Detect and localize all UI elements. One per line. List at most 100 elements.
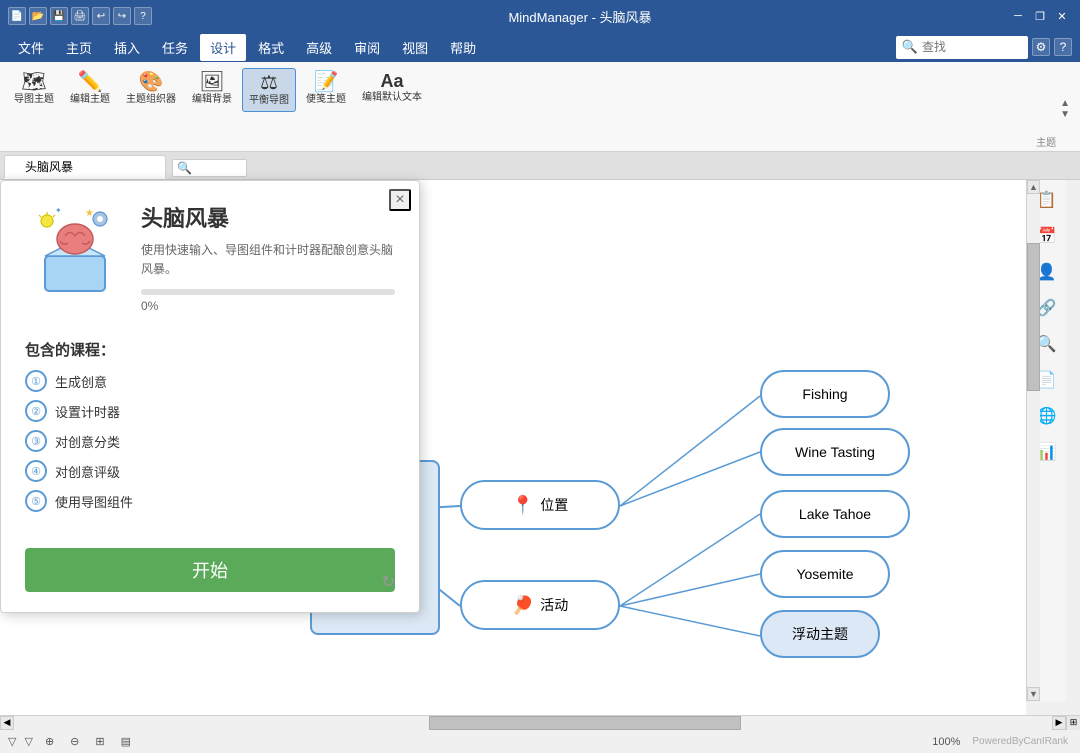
zoom-level: 100%	[932, 736, 960, 748]
ribbon-toggle[interactable]: ?	[1054, 38, 1072, 56]
options-btn[interactable]: ⚙	[1032, 38, 1050, 56]
menu-search-input[interactable]	[922, 40, 992, 54]
vertical-scrollbar[interactable]: ▲ ▼	[1026, 180, 1040, 701]
overlay-title-section: 头脑风暴 使用快速输入、导图组件和计时器配酿创意头脑风暴。 0%	[141, 201, 395, 323]
menu-home[interactable]: 主页	[56, 34, 102, 61]
overlay-title: 头脑风暴	[141, 201, 395, 233]
course-item-1: ① 生成创意	[25, 370, 395, 392]
canvas-search-input[interactable]	[192, 162, 242, 174]
scroll-down-btn[interactable]: ▼	[1027, 687, 1040, 701]
main-area: …会 📍 位置 🏓 活动 Fishing Wine Tasting Lake T…	[0, 180, 1080, 715]
scroll-up-btn[interactable]: ▲	[1027, 180, 1040, 194]
ribbon-theme-organizer-label: 主题组织器	[126, 94, 176, 106]
node-floating[interactable]: 浮动主题	[760, 610, 880, 658]
course-label-1: 生成创意	[55, 372, 107, 391]
canvas-search-box[interactable]: 🔍	[172, 159, 247, 177]
close-btn[interactable]: ✕	[1052, 6, 1072, 26]
menu-bar-right: 🔍 查找 ⚙ ?	[896, 36, 1072, 59]
scroll-left-btn[interactable]: ◀	[0, 716, 14, 730]
canvas-tab-main[interactable]	[4, 155, 166, 179]
menu-tasks[interactable]: 任务	[152, 34, 198, 61]
h-scrollbar-thumb[interactable]	[429, 716, 740, 730]
progress-section: 0%	[141, 289, 395, 313]
edit-default-icon: Aa	[380, 72, 403, 90]
minimize-btn[interactable]: ─	[1008, 6, 1028, 26]
search-icon-sm: 🔍	[177, 161, 192, 175]
menu-search-box[interactable]: 🔍 查找	[896, 36, 1028, 59]
ribbon-sticky-theme[interactable]: 📝 便笺主题	[300, 68, 352, 110]
undo-btn[interactable]: ↩	[92, 7, 110, 25]
ribbon-balance-map[interactable]: ⚖ 平衡导图	[242, 68, 296, 112]
zoom-percent-btn[interactable]: PoweredByCanIRank	[968, 735, 1072, 748]
menu-view[interactable]: 视图	[392, 34, 438, 61]
node-yosemite[interactable]: Yosemite	[760, 550, 890, 598]
menu-design[interactable]: 设计	[200, 34, 246, 61]
svg-text:✦: ✦	[55, 206, 62, 215]
menu-advanced[interactable]: 高级	[296, 34, 342, 61]
menu-format[interactable]: 格式	[248, 34, 294, 61]
title-bar: 📄 📂 💾 🖨 ↩ ↪ ? MindManager - 头脑风暴 ─ ❐ ✕	[0, 0, 1080, 32]
node-floating-label: 浮动主题	[792, 624, 848, 644]
brainstorm-illustration: ★ ✦	[25, 201, 125, 301]
node-lake[interactable]: Lake Tahoe	[760, 490, 910, 538]
overlay-icon-wrap: ★ ✦	[25, 201, 125, 301]
node-fishing[interactable]: Fishing	[760, 370, 890, 418]
menu-help[interactable]: 帮助	[440, 34, 486, 61]
restore-btn[interactable]: ❐	[1030, 6, 1050, 26]
ribbon-sticky-theme-label: 便笺主题	[306, 94, 346, 106]
search-icon: 🔍	[902, 39, 918, 55]
progress-text: 0%	[141, 299, 395, 313]
ribbon-theme-organizer[interactable]: 🎨 主题组织器	[120, 68, 182, 110]
view-btn[interactable]: ▤	[117, 734, 135, 749]
balance-map-icon: ⚖	[260, 73, 278, 93]
canvas-tabs: 🔍	[0, 152, 1080, 180]
print-btn[interactable]: 🖨	[71, 7, 89, 25]
course-num-1: ①	[25, 370, 47, 392]
redo-btn[interactable]: ↪	[113, 7, 131, 25]
scroll-thumb-v[interactable]	[1027, 243, 1040, 391]
save-btn[interactable]: 💾	[50, 7, 68, 25]
scroll-corner: ⊞	[1066, 716, 1080, 730]
ribbon-balance-map-label: 平衡导图	[249, 95, 289, 107]
zoom-in-btn[interactable]: ⊕	[41, 734, 58, 749]
course-num-5: ⑤	[25, 490, 47, 512]
scroll-right-btn[interactable]: ▶	[1052, 716, 1066, 730]
ribbon-scroll-up[interactable]: ▲	[1060, 98, 1070, 109]
node-location-label: 位置	[540, 495, 568, 515]
ribbon-edit-bg[interactable]: 🖼 编辑背景	[186, 68, 238, 110]
node-activity[interactable]: 🏓 活动	[460, 580, 620, 630]
new-btn[interactable]: 📄	[8, 7, 26, 25]
menu-bar: 文件 主页 插入 任务 设计 格式 高级 审阅 视图 帮助 🔍 查找 ⚙ ?	[0, 32, 1080, 62]
ribbon-group-label: 主题	[1036, 134, 1056, 149]
ribbon-map-theme[interactable]: 🗺 导图主题	[8, 68, 60, 110]
overlay-close-btn[interactable]: ×	[389, 189, 411, 211]
edit-bg-icon: 🖼	[199, 72, 224, 92]
grid-btn[interactable]: ⊞	[91, 734, 108, 749]
canvas-tab-input[interactable]	[25, 160, 145, 174]
help-btn[interactable]: ?	[134, 7, 152, 25]
menu-file[interactable]: 文件	[8, 34, 54, 61]
menu-insert[interactable]: 插入	[104, 34, 150, 61]
activity-icon: 🏓	[512, 595, 534, 616]
ribbon-edit-default[interactable]: Aa 编辑默认文本	[356, 68, 428, 108]
node-wine[interactable]: Wine Tasting	[760, 428, 910, 476]
ribbon-edit-theme-label: 编辑主题	[70, 94, 110, 106]
start-button[interactable]: 开始	[25, 548, 395, 592]
h-scrollbar: ◀ ▶ ⊞	[0, 715, 1080, 729]
node-location[interactable]: 📍 位置	[460, 480, 620, 530]
svg-text:★: ★	[85, 208, 94, 219]
node-activity-label: 活动	[540, 595, 568, 615]
course-num-3: ③	[25, 430, 47, 452]
open-btn[interactable]: 📂	[29, 7, 47, 25]
node-lake-label: Lake Tahoe	[799, 506, 871, 522]
ribbon-scroll-down[interactable]: ▼	[1060, 109, 1070, 120]
sticky-theme-icon: 📝	[314, 72, 339, 92]
node-yosemite-label: Yosemite	[796, 566, 853, 582]
filter-icon2: ▽	[24, 735, 32, 748]
ribbon-edit-theme[interactable]: ✏️ 编辑主题	[64, 68, 116, 110]
refresh-button[interactable]: ↻	[382, 572, 395, 592]
menu-review[interactable]: 审阅	[344, 34, 390, 61]
ribbon-edit-bg-label: 编辑背景	[192, 94, 232, 106]
app-title: MindManager - 头脑风暴	[152, 7, 1008, 26]
zoom-out-btn[interactable]: ⊖	[66, 734, 83, 749]
